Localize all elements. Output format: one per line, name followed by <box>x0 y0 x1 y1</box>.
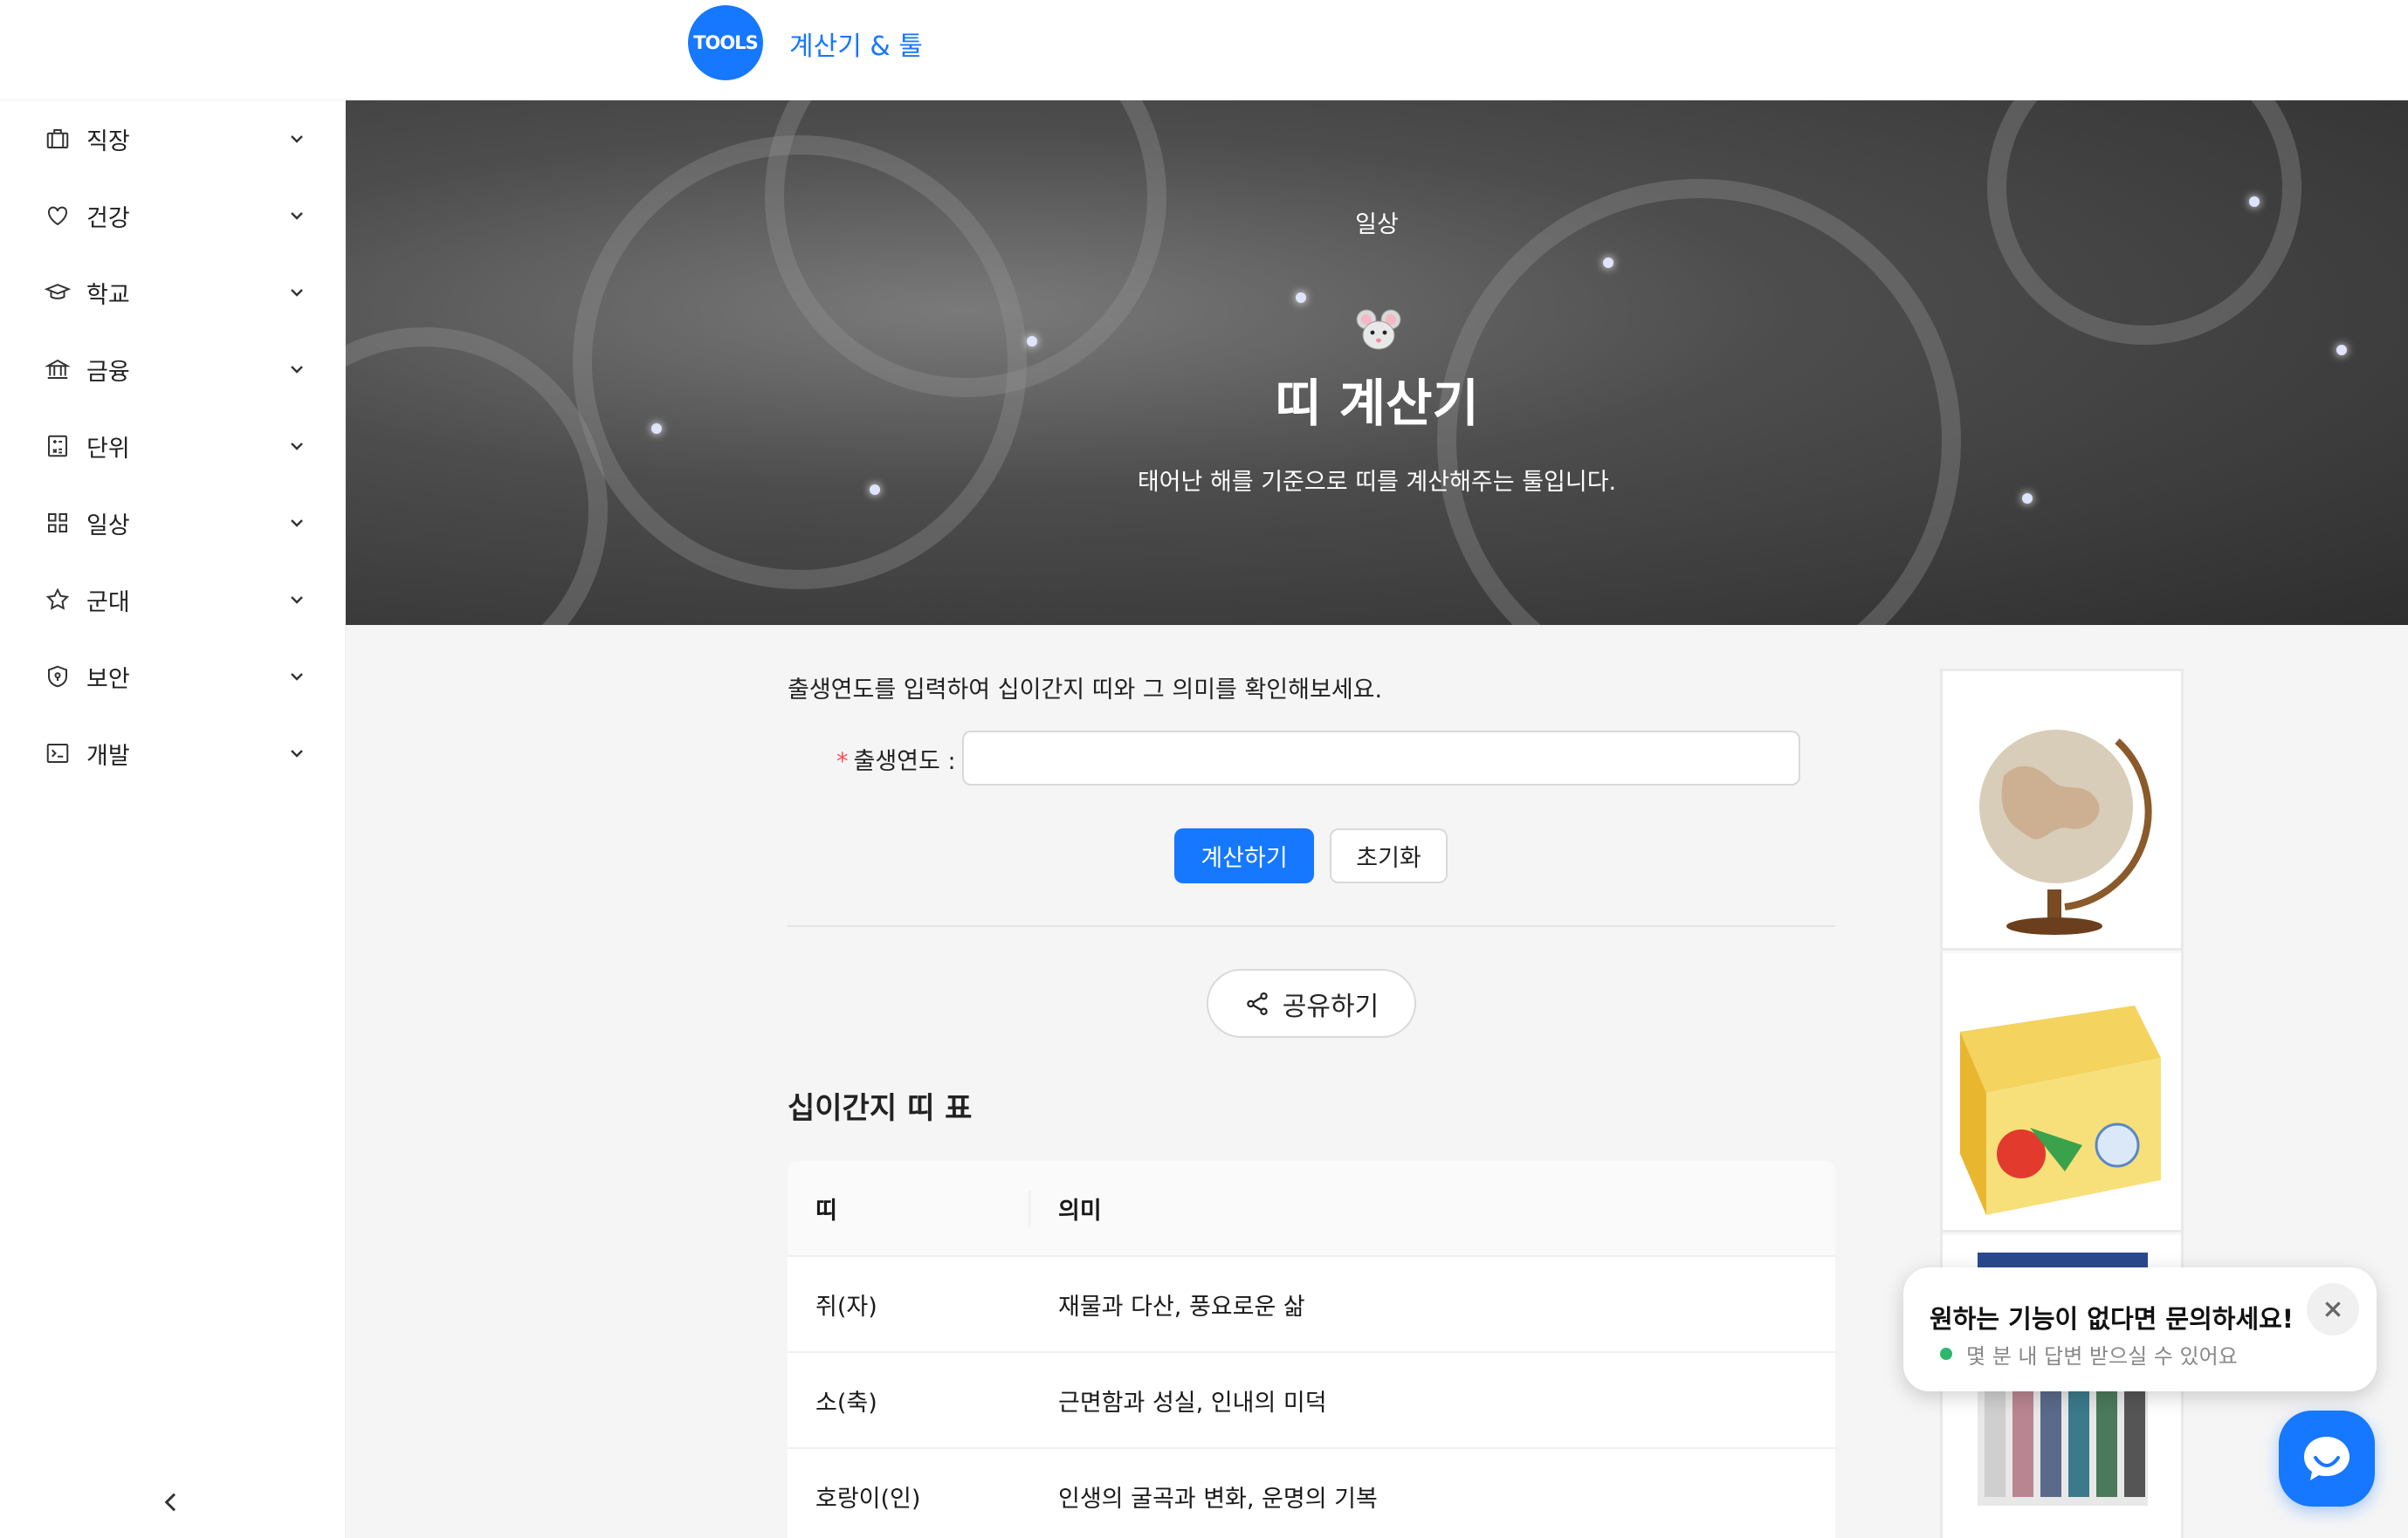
sidebar-item-health[interactable]: 건강 <box>0 177 346 254</box>
sidebar-item-school[interactable]: 학교 <box>0 254 346 331</box>
chevron-down-icon <box>291 212 303 220</box>
table-cell: 소(축) <box>815 1389 877 1417</box>
sidebar-item-dev[interactable]: 개발 <box>0 715 346 792</box>
chat-prompt[interactable]: 원하는 기능이 없다면 문의하세요! 몇 분 내 답변 받으실 수 있어요 <box>1903 1267 2377 1391</box>
chat-title: 원하는 기능이 없다면 문의하세요! <box>1930 1304 2294 1334</box>
sidebar-item-label: 군대 <box>86 588 130 616</box>
table-cell: 근면함과 성실, 인내의 미덕 <box>1058 1389 1327 1417</box>
column-header: 띠 <box>815 1197 837 1225</box>
table-row: 쥐(자) 재물과 다산, 풍요로운 삶 <box>788 1257 1835 1353</box>
chevron-down-icon <box>291 135 303 143</box>
sidebar-item-label: 학교 <box>86 281 130 309</box>
ad-globe[interactable] <box>1943 671 2181 951</box>
mouse-face-icon <box>1356 309 1401 350</box>
sidebar: 직장 건강 학교 금융 단위 일상 군대 보안 개발 <box>0 100 346 1538</box>
sidebar-item-label: 금융 <box>86 358 130 386</box>
page-subtitle: 태어난 해를 기준으로 띠를 계산해주는 툴입니다. <box>1137 469 1617 496</box>
table-cell: 재물과 다산, 풍요로운 삶 <box>1058 1293 1305 1321</box>
snowflake <box>1027 336 1037 347</box>
hero-banner: 일상 띠 계산기 태어난 해를 기준으로 띠를 계산해주는 툴입니다. <box>346 100 2408 625</box>
form-intro: 출생연도를 입력하여 십이간지 띠와 그 의미를 확인해보세요. <box>788 676 1383 704</box>
calculator-icon <box>44 432 72 460</box>
sidebar-item-label: 보안 <box>86 665 130 693</box>
chevron-down-icon <box>291 750 303 758</box>
graduation-cap-icon <box>44 278 72 306</box>
snowflake <box>2336 345 2347 355</box>
column-header: 의미 <box>1058 1197 1102 1225</box>
chevron-down-icon <box>291 366 303 374</box>
table-cell: 쥐(자) <box>815 1293 877 1321</box>
sidebar-item-daily[interactable]: 일상 <box>0 484 346 561</box>
chat-launcher-button[interactable] <box>2279 1411 2375 1507</box>
sidebar-item-label: 직장 <box>86 127 130 155</box>
sidebar-item-label: 건강 <box>86 204 130 232</box>
table-cell: 인생의 굴곡과 변화, 운명의 기복 <box>1058 1485 1378 1513</box>
chevron-down-icon <box>291 289 303 297</box>
reset-button[interactable]: 초기화 <box>1330 828 1448 883</box>
online-status-dot <box>1940 1348 1952 1360</box>
calculate-button[interactable]: 계산하기 <box>1174 828 1314 883</box>
table-header-row: 띠 의미 <box>788 1161 1835 1257</box>
close-icon <box>2325 1301 2341 1317</box>
sidebar-item-label: 단위 <box>86 435 130 463</box>
star-icon <box>44 586 72 614</box>
sidebar-item-label: 일상 <box>86 512 130 539</box>
chat-subtitle: 몇 분 내 답변 받으실 수 있어요 <box>1966 1344 2238 1369</box>
sidebar-item-military[interactable]: 군대 <box>0 561 346 638</box>
page-title: 띠 계산기 <box>1275 374 1479 433</box>
birth-year-label-text: 출생연도 : <box>853 748 956 775</box>
bank-icon <box>44 355 72 383</box>
snowflake <box>1296 292 1306 303</box>
birth-year-label: * 출생연도 : <box>836 742 956 776</box>
required-mark: * <box>836 748 849 775</box>
terminal-icon <box>44 739 72 767</box>
ad-gloves-box[interactable] <box>1943 953 2181 1232</box>
table-row: 호랑이(인) 인생의 굴곡과 변화, 운명의 기복 <box>788 1449 1835 1538</box>
globe-icon <box>1979 730 2152 935</box>
briefcase-icon <box>44 125 72 153</box>
column-separator <box>1029 1191 1030 1227</box>
snowflake <box>1603 257 1613 268</box>
table-row: 소(축) 근면함과 성실, 인내의 미덕 <box>788 1353 1835 1449</box>
chevron-down-icon <box>291 596 303 604</box>
ad-column <box>1940 669 2184 1538</box>
tools-logo[interactable]: TOOLS <box>688 5 763 80</box>
chevron-down-icon <box>291 519 303 527</box>
share-icon <box>1247 992 1268 1015</box>
birth-year-input[interactable] <box>962 731 1800 786</box>
close-button[interactable] <box>2307 1283 2359 1335</box>
zodiac-table: 띠 의미 쥐(자) 재물과 다산, 풍요로운 삶 소(축) 근면함과 성실, 인… <box>788 1161 1835 1538</box>
sidebar-item-unit[interactable]: 단위 <box>0 408 346 484</box>
gloves-box-icon <box>1960 1006 2161 1215</box>
hero-category: 일상 <box>1355 211 1399 238</box>
heart-icon <box>44 202 72 230</box>
share-button[interactable]: 공유하기 <box>1207 969 1416 1038</box>
table-title: 십이간지 띠 표 <box>788 1091 973 1126</box>
sidebar-item-label: 개발 <box>86 742 130 770</box>
sidebar-item-finance[interactable]: 금융 <box>0 331 346 408</box>
chevron-down-icon <box>291 443 303 450</box>
chevron-down-icon <box>291 673 303 681</box>
collapse-sidebar-icon[interactable] <box>157 1488 185 1516</box>
top-header: TOOLS 계산기 & 툴 <box>0 0 2408 100</box>
chat-icon <box>2304 1437 2350 1480</box>
sidebar-item-security[interactable]: 보안 <box>0 638 346 715</box>
shield-icon <box>44 663 72 690</box>
divider <box>788 925 1835 927</box>
share-label: 공유하기 <box>1282 991 1379 1022</box>
grid-icon <box>44 509 72 537</box>
site-title[interactable]: 계산기 & 툴 <box>789 24 923 63</box>
table-cell: 호랑이(인) <box>815 1485 921 1513</box>
sidebar-item-work[interactable]: 직장 <box>0 100 346 177</box>
